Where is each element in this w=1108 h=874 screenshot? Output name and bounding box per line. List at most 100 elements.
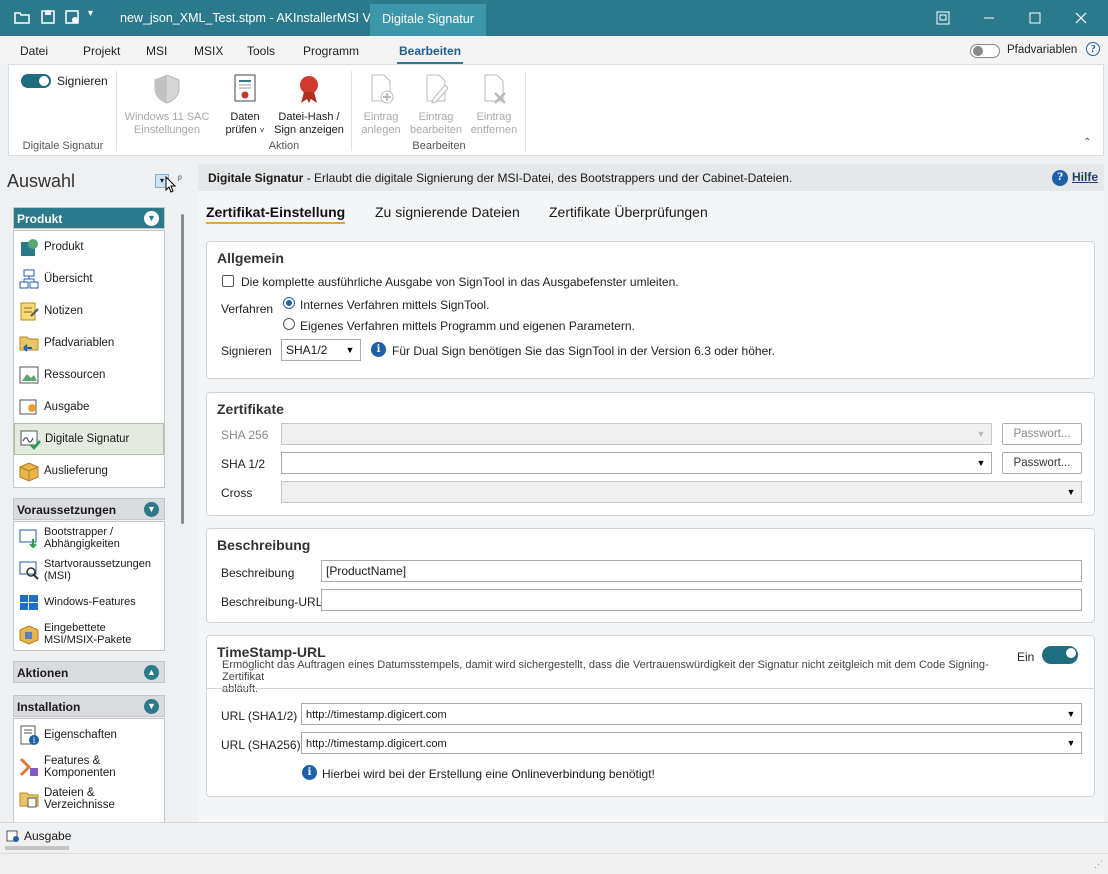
sidebar-item-auslieferung[interactable]: Auslieferung bbox=[14, 455, 164, 487]
sidebar-item-label: Digitale Signatur bbox=[45, 433, 130, 445]
eigenes-verfahren-radio[interactable] bbox=[283, 318, 295, 330]
menu-bar: Datei Projekt MSI MSIX Tools Programm Be… bbox=[0, 36, 1108, 64]
chevron-down-icon[interactable]: ▼ bbox=[1063, 706, 1079, 722]
chevron-down-icon[interactable]: ▼ bbox=[144, 699, 159, 714]
sidebar-item-ressourcen[interactable]: Ressourcen bbox=[14, 359, 164, 391]
url-sha12-select[interactable]: http://timestamp.digicert.com ▼ bbox=[301, 703, 1082, 725]
tab-zertifikate-ueberpruefungen[interactable]: Zertifikate Überprüfungen bbox=[549, 204, 708, 220]
chevron-down-icon[interactable]: ▼ bbox=[1063, 735, 1079, 751]
tab-bearbeiten[interactable]: Bearbeiten bbox=[396, 44, 464, 64]
datei-hash-button[interactable]: Datei-Hash / Sign anzeigen bbox=[271, 73, 347, 137]
timestamp-toggle[interactable] bbox=[1042, 646, 1078, 664]
minimize-icon[interactable] bbox=[966, 0, 1012, 36]
sidebar-item-produkt[interactable]: Produkt bbox=[14, 231, 164, 263]
page-header: Digitale Signatur - Erlaubt die digitale… bbox=[198, 164, 1104, 191]
tab-zu-signierende-dateien[interactable]: Zu signierende Dateien bbox=[375, 204, 520, 220]
ausgabe-umleiten-checkbox[interactable] bbox=[222, 275, 234, 287]
sidebar-item-startvoraussetzungen[interactable]: Startvoraussetzungen (MSI) bbox=[14, 554, 164, 586]
section-installation[interactable]: Installation ▼ bbox=[13, 695, 165, 717]
dual-sign-info: Für Dual Sign benötigen Sie das SignTool… bbox=[392, 344, 775, 358]
page-description: - Erlaubt die digitale Signierung der MS… bbox=[303, 171, 793, 185]
daten-pruefen-button[interactable]: Daten prüfen ˅ bbox=[219, 73, 271, 137]
folder-arrows-icon bbox=[19, 336, 39, 352]
tab-datei[interactable]: Datei bbox=[20, 44, 48, 58]
beschreibung-url-input[interactable] bbox=[321, 589, 1082, 611]
sha256-passwort-button[interactable]: Passwort... bbox=[1002, 423, 1082, 445]
chevron-down-icon[interactable]: ▼ bbox=[973, 426, 989, 442]
cross-label: Cross bbox=[221, 486, 253, 500]
open-folder-icon[interactable] bbox=[14, 9, 30, 25]
sidebar-item-label: Ausgabe bbox=[44, 401, 90, 413]
windows-sac-button[interactable]: Windows 11 SAC Einstellungen bbox=[121, 73, 213, 137]
chevron-down-icon[interactable]: ▼ bbox=[144, 211, 159, 226]
chevron-down-icon[interactable]: ▼ bbox=[144, 502, 159, 517]
sidebar-item-label: Pfadvariablen bbox=[44, 337, 115, 349]
notes-icon bbox=[20, 302, 39, 321]
sha12-select[interactable]: ▼ bbox=[281, 452, 992, 474]
seal-icon bbox=[300, 76, 318, 103]
signieren-toggle[interactable] bbox=[21, 74, 51, 88]
sidebar-item-ausgabe[interactable]: Ausgabe bbox=[14, 391, 164, 423]
sidebar-item-notizen[interactable]: Notizen bbox=[14, 295, 164, 327]
collapse-ribbon-icon[interactable]: ⌃ bbox=[1083, 137, 1091, 148]
chevron-down-icon[interactable]: ▼ bbox=[973, 455, 989, 471]
url-sha256-select[interactable]: http://timestamp.digicert.com ▼ bbox=[301, 732, 1082, 754]
online-info-suffix: benötigt! bbox=[605, 767, 655, 781]
section-voraussetzungen[interactable]: Voraussetzungen ▼ bbox=[13, 498, 165, 520]
ribbon: Signieren Digitale Signatur Windows 11 S… bbox=[8, 64, 1104, 156]
cross-select[interactable]: ▼ bbox=[281, 481, 1082, 503]
eintrag-entfernen-button[interactable]: Eintrag entfernen bbox=[466, 73, 522, 137]
context-tab-digitale-signatur[interactable]: Digitale Signatur bbox=[370, 4, 486, 36]
settings-save-icon[interactable] bbox=[64, 9, 80, 25]
sidebar-item-bootstrapper[interactable]: Bootstrapper / Abhängigkeiten bbox=[14, 522, 164, 554]
signieren-toggle-label: Signieren bbox=[57, 74, 108, 88]
beschreibung-input[interactable]: [ProductName] bbox=[321, 560, 1082, 582]
sidebar-scrollbar[interactable] bbox=[181, 214, 184, 524]
zertifikate-panel: Zertifikate SHA 256 ▼ Passwort... SHA 1/… bbox=[206, 392, 1095, 516]
pfadvariablen-toggle[interactable] bbox=[970, 44, 1000, 58]
cursor-icon bbox=[165, 176, 177, 193]
sha12-passwort-button[interactable]: Passwort... bbox=[1002, 452, 1082, 474]
section-aktionen[interactable]: Aktionen ▲ bbox=[13, 661, 165, 683]
section-produkt[interactable]: Produkt ▼ bbox=[13, 207, 165, 229]
tab-zertifikat-einstellung[interactable]: Zertifikat-Einstellung bbox=[206, 204, 346, 224]
sidebar-item-digitale-signatur[interactable]: Digitale Signatur bbox=[14, 423, 164, 455]
info-icon: i bbox=[371, 342, 386, 357]
maximize-icon[interactable] bbox=[1012, 0, 1058, 36]
url-sha256-value: http://timestamp.digicert.com bbox=[306, 738, 447, 750]
tab-msi[interactable]: MSI bbox=[146, 44, 167, 58]
sidebar-item-eingebettete[interactable]: Eingebettete MSI/MSIX-Pakete bbox=[14, 618, 164, 650]
close-icon[interactable] bbox=[1058, 0, 1104, 36]
window-restore-icon[interactable] bbox=[920, 0, 966, 36]
sidebar-item-features-komponenten[interactable]: Features & Komponenten bbox=[14, 751, 164, 783]
hilfe-link[interactable]: Hilfe bbox=[1072, 170, 1098, 184]
sidebar-item-dateien-verzeichnisse[interactable]: Dateien & Verzeichnisse bbox=[14, 783, 164, 815]
sidebar-item-windows-features[interactable]: Windows-Features bbox=[14, 586, 164, 618]
ausgabe-tab[interactable]: Ausgabe bbox=[24, 829, 71, 843]
ausgabe-umleiten-label: Die komplette ausführliche Ausgabe von S… bbox=[241, 275, 679, 289]
sidebar-item-uebersicht[interactable]: Übersicht bbox=[14, 263, 164, 295]
image-resource-icon bbox=[19, 366, 39, 384]
sidebar-item-pfadvariablen[interactable]: Pfadvariablen bbox=[14, 327, 164, 359]
internes-verfahren-radio[interactable] bbox=[283, 297, 295, 309]
tab-tools[interactable]: Tools bbox=[247, 44, 275, 58]
pin-icon[interactable]: ᵖ bbox=[178, 174, 182, 185]
tab-projekt[interactable]: Projekt bbox=[83, 44, 120, 58]
sha256-label: SHA 256 bbox=[221, 428, 269, 442]
save-icon[interactable] bbox=[40, 9, 56, 25]
tab-msix[interactable]: MSIX bbox=[194, 44, 223, 58]
tab-programm[interactable]: Programm bbox=[303, 44, 359, 58]
sha256-select[interactable]: ▼ bbox=[281, 423, 992, 445]
resize-grip-icon[interactable]: ⋰ bbox=[1094, 859, 1103, 870]
chevron-up-icon[interactable]: ▲ bbox=[144, 665, 159, 680]
signieren-select[interactable]: SHA1/2 ▼ bbox=[281, 339, 361, 361]
help-icon[interactable]: ? bbox=[1052, 170, 1068, 186]
eintrag-anlegen-button[interactable]: Eintrag anlegen bbox=[356, 73, 406, 137]
chevron-down-icon[interactable]: ▼ bbox=[1063, 484, 1079, 500]
quick-access-dropdown-icon[interactable]: ▾ bbox=[88, 8, 93, 19]
sidebar-item-eigenschaften[interactable]: i Eigenschaften bbox=[14, 719, 164, 751]
produkt-list: Produkt Übersicht Notizen Pfadvariablen … bbox=[13, 230, 165, 488]
help-icon[interactable]: ? bbox=[1086, 42, 1100, 56]
chevron-down-icon[interactable]: ▼ bbox=[342, 342, 358, 358]
eintrag-bearbeiten-button[interactable]: Eintrag bearbeiten bbox=[407, 73, 465, 137]
